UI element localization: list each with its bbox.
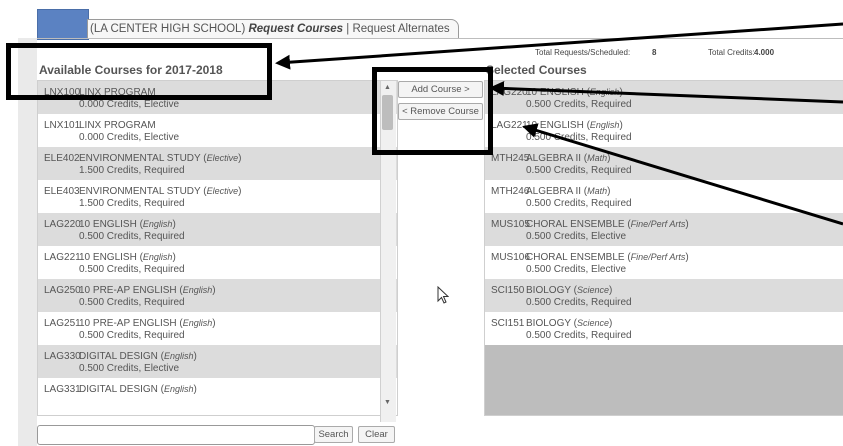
arrow-to-available-heading: [275, 22, 843, 70]
arrow-to-selected-lag221: [522, 123, 843, 226]
annotation-arrows: [275, 22, 843, 226]
arrow-to-selected-lag220: [489, 80, 843, 104]
